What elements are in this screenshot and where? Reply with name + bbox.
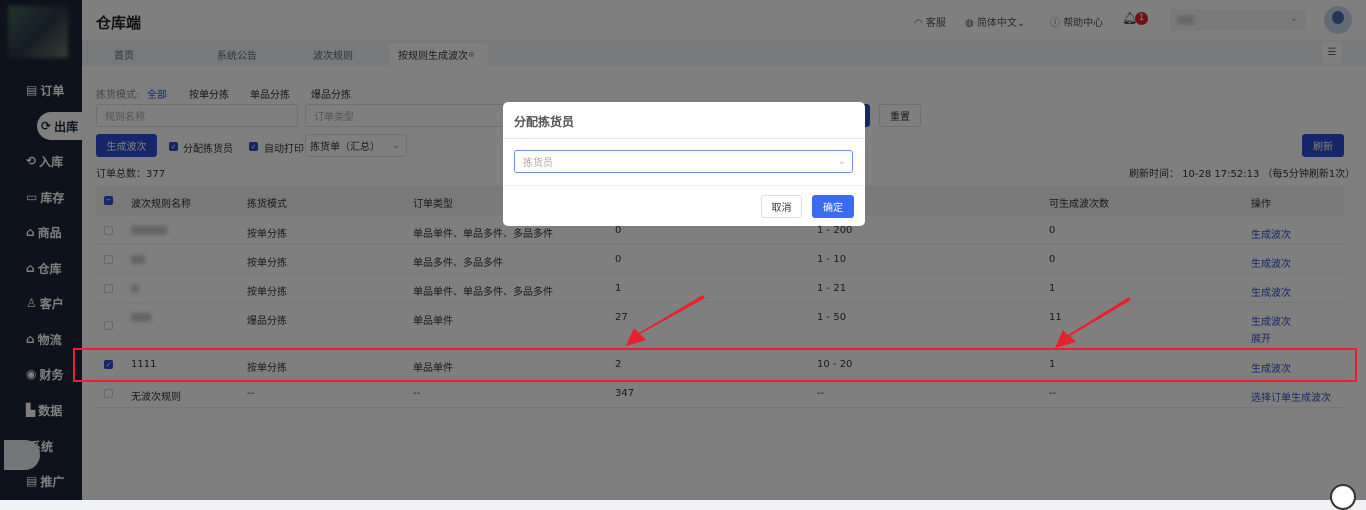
support-avatar[interactable] [1330,484,1356,510]
arrow-icon [626,295,705,346]
assign-picker-dialog: 分配拣货员 拣货员 ⌄ 取消 确定 [503,102,865,226]
picker-select[interactable]: 拣货员 ⌄ [514,150,853,173]
confirm-button[interactable]: 确定 [812,195,854,218]
cancel-button[interactable]: 取消 [761,195,802,218]
dialog-title: 分配拣货员 [514,115,575,129]
arrow-icon [1055,297,1131,348]
chevron-down-icon: ⌄ [837,156,846,167]
annotation-arrows [626,295,1131,348]
